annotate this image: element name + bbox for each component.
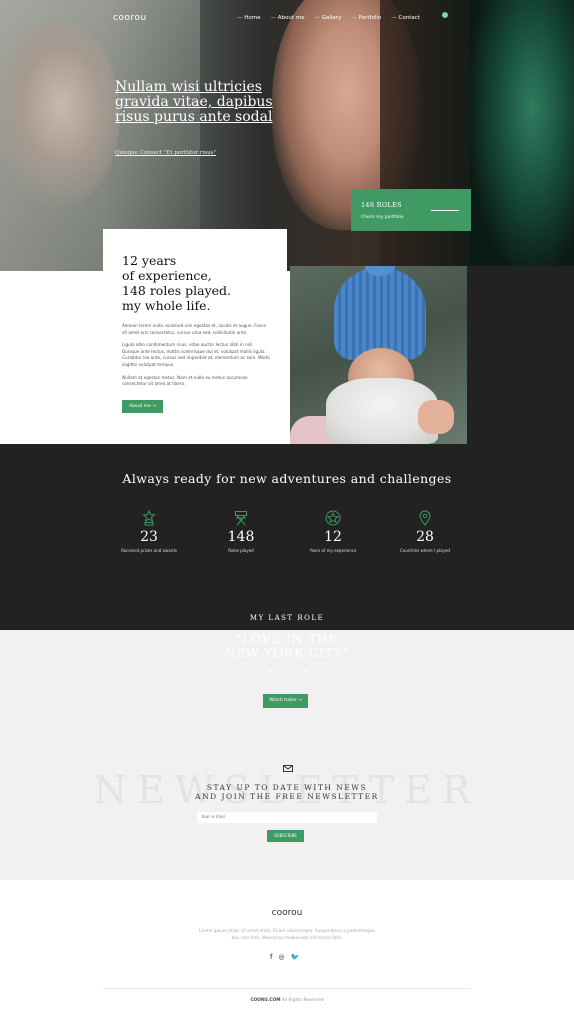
stat-item: 12 Years of my experience [288,510,378,553]
stat-value: 12 [324,529,342,545]
watch-trailer-button[interactable]: Watch trailer → [263,694,308,708]
about-heading-line: 148 roles played. [122,283,232,298]
newsletter-heading: STAY UP TO DATE WITH NEWS AND JOIN THE F… [0,783,574,801]
stat-value: 148 [227,529,255,545]
stat-value: 28 [416,529,434,545]
hand-shape [418,400,454,434]
footer: coorou Lorem ipsum dolor sit amet enim. … [0,880,574,1024]
title-dashes [268,671,308,673]
stat-label: Years of my experience [309,548,357,553]
main-nav: Home About me Gallery Portfolio Contact [237,15,420,21]
about-heading-line: of experience, [122,268,212,283]
star-icon [325,510,341,526]
newsletter-heading-line: STAY UP TO DATE WITH NEWS [206,783,368,792]
movie-title-line: "LOVE IN THE [235,632,339,646]
about-paragraph: Ligula odio condimentum risus, vitae auc… [122,342,270,367]
movie-title: "LOVE IN THE NEW YORK CITY" [0,632,574,660]
about-heading: 12 years of experience, 148 roles played… [122,253,287,313]
roles-box-line [431,210,459,211]
hero-section [0,0,574,271]
facebook-icon[interactable]: f [270,953,272,961]
copyright-brand[interactable]: COORU.COM [251,998,281,1003]
footer-text: Lorem ipsum dolor sit amet enim. Etiam u… [199,929,375,941]
director-chair-icon [235,511,247,526]
email-field[interactable] [197,812,377,823]
stats-title: Always ready for new adventures and chal… [122,471,452,486]
about-card: 12 years of experience, 148 roles played… [103,229,287,444]
winter-photo [290,266,467,444]
footer-logo[interactable]: coorou [0,908,574,918]
roles-box[interactable]: 148 ROLES Check my portfolio [351,189,471,231]
instagram-icon[interactable]: ◎ [278,953,284,961]
stat-label: Received prizes and awards [121,548,177,553]
cursor-dot-icon [442,12,448,18]
stats-section: Always ready for new adventures and chal… [0,444,574,630]
beanie-shape [334,268,426,360]
nav-portfolio[interactable]: Portfolio [351,15,382,21]
nav-gallery[interactable]: Gallery [315,15,342,21]
nav-contact[interactable]: Contact [391,15,420,21]
nav-about[interactable]: About me [271,15,305,21]
stat-label: Roles played [228,548,254,553]
hero-subtitle: Quisque Consect "Et porttitor risus" [115,150,217,156]
nav-home[interactable]: Home [237,15,260,21]
site-logo[interactable]: coorou [113,13,147,23]
stat-item: 28 Countries where I played [380,510,470,553]
footer-divider [103,988,470,989]
subscribe-button[interactable]: SUBSCRIBE [267,830,304,842]
mail-icon [283,765,293,772]
stat-item: 148 Roles played [196,510,286,553]
location-pin-icon [419,510,431,526]
social-links: f ◎ 🐦 [270,953,310,961]
stat-item: 23 Received prizes and awards [104,510,194,553]
roles-box-link[interactable]: Check my portfolio [361,215,461,220]
about-paragraph: Aenean lorem nulla, euismod non egestas … [122,323,267,335]
hero-foliage [470,0,574,271]
roles-box-title: 148 ROLES [361,201,402,209]
hero-title[interactable]: Nullam wisi ultricies gravida vitae, dap… [115,80,275,125]
stat-label: Countries where I played [400,548,450,553]
twitter-icon[interactable]: 🐦 [291,953,300,961]
last-role-section: "LOVE IN THE NEW YORK CITY" Watch traile… [0,630,574,880]
copyright-text: All Rights Reserved [281,998,324,1003]
movie-title-line: NEW YORK CITY" [224,646,350,660]
copyright: COORU.COM All Rights Reserved [0,998,574,1003]
award-icon [142,510,156,526]
about-heading-line: my whole life. [122,298,211,313]
newsletter-heading-line: AND JOIN THE FREE NEWSLETTER [195,792,379,801]
about-heading-line: 12 years [122,253,177,268]
about-paragraph: Nullam at egestas metus. Nam et nulla eu… [122,374,248,387]
stat-value: 23 [140,529,158,545]
about-me-button[interactable]: About me → [122,399,164,413]
last-role-heading: MY LAST ROLE [249,614,325,622]
